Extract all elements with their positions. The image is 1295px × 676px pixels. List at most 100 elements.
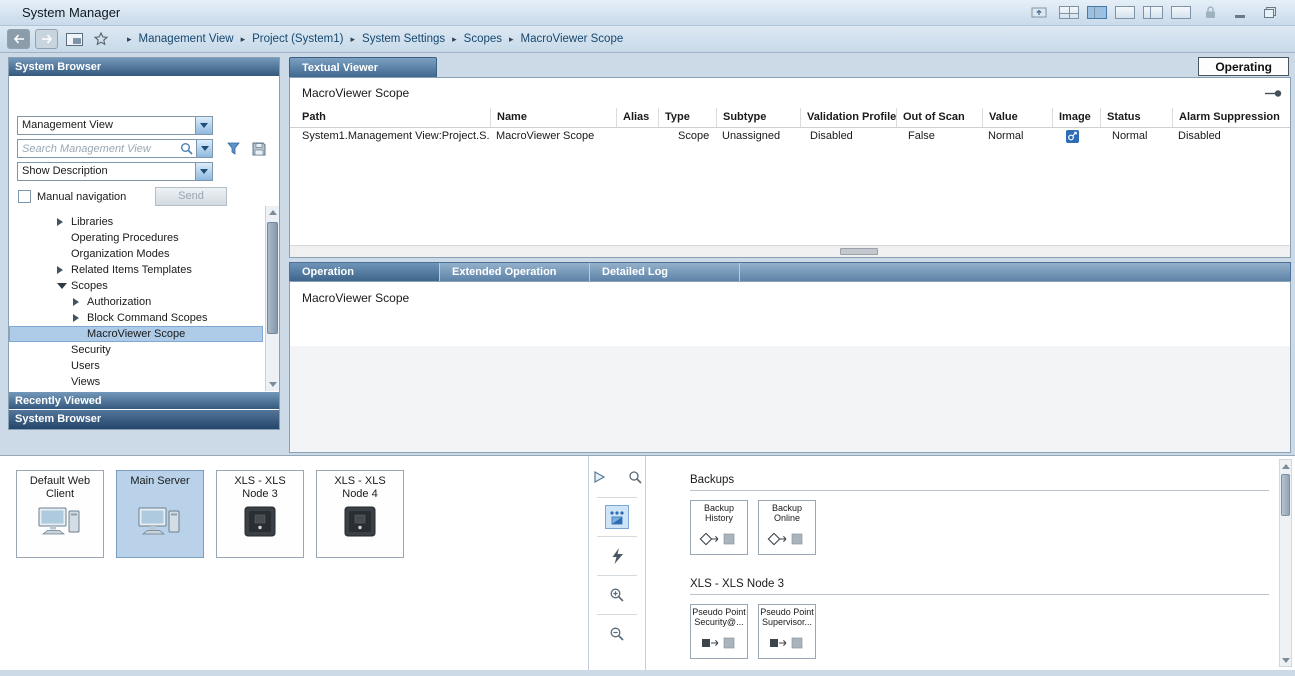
toolbar-divider [597,497,637,498]
cell-alias [616,128,658,146]
table-horizontal-scrollbar[interactable] [290,245,1290,257]
search-options-chevron-icon[interactable] [196,139,213,158]
zoom-in-icon[interactable] [605,583,629,607]
send-to-front-monitor-icon[interactable] [1029,3,1051,23]
tree-item-operating-procedures[interactable]: Operating Procedures [9,230,263,246]
operation-title: MacroViewer Scope [290,282,1290,305]
column-header-subtype[interactable]: Subtype [716,108,800,127]
layout-grid-icon[interactable] [1059,6,1079,19]
manual-navigation-checkbox[interactable] [18,190,31,203]
send-button[interactable]: Send [155,187,227,206]
tree-item-macroviewer-scope[interactable]: MacroViewer Scope [9,326,263,342]
chevron-down-icon[interactable] [195,117,212,134]
column-header-alias[interactable]: Alias [616,108,658,127]
back-icon[interactable] [7,29,30,49]
expander-collapsed-icon[interactable] [57,266,71,274]
column-header-type[interactable]: Type [658,108,716,127]
minimize-icon[interactable] [1229,3,1251,23]
view-select[interactable]: Management View [17,116,213,135]
column-header-name[interactable]: Name [490,108,616,127]
backup-history-button[interactable]: Backup History [690,500,748,555]
system-browser-header[interactable]: System Browser [9,58,279,76]
table-row[interactable]: System1.Management View:Project.S... Mac… [290,128,1290,146]
frame-view-icon[interactable] [63,29,85,49]
scroll-up-icon[interactable] [1280,460,1291,472]
scroll-down-icon[interactable] [266,378,279,391]
column-header-path[interactable]: Path [290,108,490,127]
filter-funnel-icon[interactable] [227,142,242,156]
tree-item-users[interactable]: Users [9,358,263,374]
run-play-icon[interactable] [587,465,611,489]
column-header-alarm-suppression[interactable]: Alarm Suppression [1172,108,1290,127]
pin-icon[interactable] [1265,89,1282,101]
layout-single-icon[interactable] [1115,6,1135,19]
scroll-up-icon[interactable] [266,206,279,219]
pseudo-point-security-button[interactable]: Pseudo Point Security@... [690,604,748,659]
breadcrumb-item[interactable]: System Settings [362,33,445,45]
breadcrumb-item[interactable]: Management View [139,33,234,45]
scrollbar-thumb[interactable] [267,222,278,334]
layout-blank-icon[interactable] [1171,6,1191,19]
node-card-xls-node-4[interactable]: XLS - XLS Node 4 [316,470,404,558]
node-card-default-web-client[interactable]: Default Web Client [16,470,104,558]
column-header-image[interactable]: Image [1052,108,1100,127]
column-header-value[interactable]: Value [982,108,1052,127]
expander-collapsed-icon[interactable] [57,218,71,226]
backup-online-button[interactable]: Backup Online [758,500,816,555]
expander-collapsed-icon[interactable] [73,314,87,322]
system-browser-bottom-bar[interactable]: System Browser [9,409,279,429]
cell-path: System1.Management View:Project.S... [290,128,490,146]
lightning-icon[interactable] [605,544,629,568]
tree-item-views[interactable]: Views [9,374,263,390]
save-search-icon[interactable] [252,142,266,156]
node-card-xls-node-3[interactable]: XLS - XLS Node 3 [216,470,304,558]
node-card-main-server[interactable]: Main Server [116,470,204,558]
operating-button[interactable]: Operating [1198,57,1289,76]
tree-item-block-command-scopes[interactable]: Block Command Scopes [9,310,263,326]
expander-expanded-icon[interactable] [57,283,71,289]
favorite-star-icon[interactable] [90,29,112,49]
view-select-value: Management View [18,117,195,134]
system-browser-panel: System Browser Management View [8,57,280,430]
column-header-out-of-scan[interactable]: Out of Scan [896,108,982,127]
expander-collapsed-icon[interactable] [73,298,87,306]
restore-icon[interactable] [1259,3,1281,23]
tree-item-security[interactable]: Security [9,342,263,358]
pseudo-point-supervisor-button[interactable]: Pseudo Point Supervisor... [758,604,816,659]
column-header-status[interactable]: Status [1100,108,1172,127]
tree-scrollbar[interactable] [265,206,279,391]
layout-split-active-icon[interactable] [1087,6,1107,19]
sections-scrollbar[interactable] [1279,459,1292,667]
chevron-down-icon[interactable] [195,163,212,180]
tree-item-authorization[interactable]: Authorization [9,294,263,310]
tree-item-organization-modes[interactable]: Organization Modes [9,246,263,262]
cell-alarm-suppression: Disabled [1172,128,1290,146]
zoom-out-icon[interactable] [605,622,629,646]
search-icon[interactable] [177,142,196,155]
macro-diamond-icon [767,530,807,550]
xls-device-icon [343,506,377,541]
scrollbar-thumb[interactable] [840,248,878,255]
breadcrumb-item[interactable]: Scopes [464,33,502,45]
description-select[interactable]: Show Description [17,162,213,181]
bottom-panel: Default Web Client Main Server XLS - XLS… [0,455,1295,670]
scrollbar-thumb[interactable] [1281,474,1290,516]
forward-icon[interactable] [35,29,58,49]
tab-textual-viewer[interactable]: Textual Viewer [289,57,437,77]
recently-viewed-bar[interactable]: Recently Viewed [9,391,279,409]
tab-detailed-log[interactable]: Detailed Log [590,263,740,281]
breadcrumb-item[interactable]: MacroViewer Scope [521,33,624,45]
tab-extended-operation[interactable]: Extended Operation [440,263,590,281]
tree-item-label: Organization Modes [71,248,169,260]
related-items-icon[interactable] [605,505,629,529]
tree-item-related-items-templates[interactable]: Related Items Templates [9,262,263,278]
tree-item-scopes[interactable]: Scopes [9,278,263,294]
column-header-validation-profile[interactable]: Validation Profile [800,108,896,127]
tab-operation[interactable]: Operation [290,263,440,281]
layout-split2-icon[interactable] [1143,6,1163,19]
tree-item-libraries[interactable]: Libraries [9,214,263,230]
search-icon[interactable] [623,465,647,489]
breadcrumb-item[interactable]: Project (System1) [252,33,343,45]
search-input[interactable] [18,143,177,155]
scroll-down-icon[interactable] [1280,654,1291,666]
